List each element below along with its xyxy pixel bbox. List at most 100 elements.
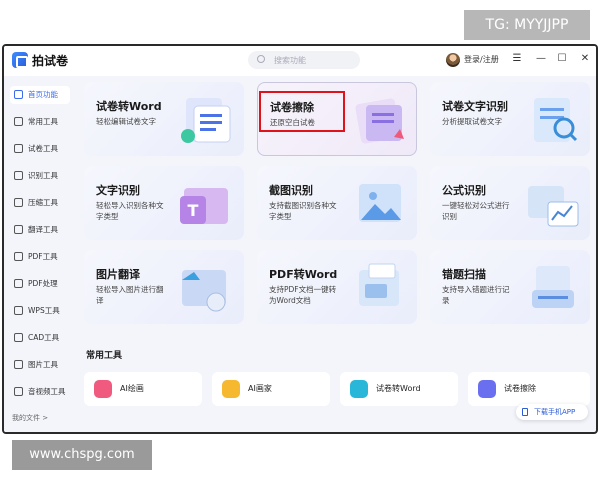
question-scan-icon [532,266,574,308]
card-desc: 支持PDF文档一键转为Word文档 [269,285,337,305]
card-title: 试卷文字识别 [442,100,508,113]
translate-icon [14,225,23,234]
watermark-top: TG: MYYJJPP [464,10,590,40]
paper-erase-tool-icon [478,380,496,398]
sidebar-item-label: PDF工具 [28,252,58,261]
tool-label: AI画家 [248,384,272,393]
cad-icon [14,333,23,342]
card-wrong-question-scan[interactable]: 错题扫描 支持导入错题进行记录 [430,250,590,324]
sidebar: 首页功能 常用工具 试卷工具 识别工具 压缩工具 翻译工具 PDF工具 PDF处… [4,76,74,432]
ai-painter-icon [222,380,240,398]
tool-paper-to-word[interactable]: 试卷转Word [340,372,458,406]
highlight-box [259,91,345,132]
sidebar-item-label: 识别工具 [28,171,58,180]
sidebar-item-wps-tools[interactable]: WPS工具 [10,302,70,320]
card-screenshot-recognition[interactable]: 截图识别 支持截图识别各种文字类型 [257,166,417,240]
ai-painting-icon [94,380,112,398]
card-title: 试卷转Word [96,100,162,113]
tool-label: 试卷转Word [376,384,421,393]
sidebar-item-label: 试卷工具 [28,144,58,153]
close-icon[interactable]: ✕ [578,52,592,66]
document-scan-icon [534,98,578,142]
wps-icon [14,306,23,315]
sidebar-item-pdf-process[interactable]: PDF处理 [10,275,70,293]
sidebar-item-paper-tools[interactable]: 试卷工具 [10,140,70,158]
sidebar-item-translate-tools[interactable]: 翻译工具 [10,221,70,239]
app-logo-icon [12,52,28,68]
tool-label: AI绘画 [120,384,144,393]
compress-icon [14,198,23,207]
card-desc: 轻松导入图片进行翻译 [96,285,164,305]
card-formula-recognition[interactable]: 公式识别 一键轻松对公式进行识别 [430,166,590,240]
sidebar-item-common-tools[interactable]: 常用工具 [10,113,70,131]
word-document-icon [181,98,231,143]
card-desc: 轻松导入识别各种文字类型 [96,201,164,221]
pdf-process-icon [14,279,23,288]
card-pdf-to-word[interactable]: PDF转Word 支持PDF文档一键转为Word文档 [257,250,417,324]
sidebar-item-label: 压缩工具 [28,198,58,207]
app-title: 拍试卷 [32,54,69,68]
paper-to-word-icon [350,380,368,398]
sidebar-item-recognition-tools[interactable]: 识别工具 [10,167,70,185]
search-input[interactable]: 搜索功能 [248,51,360,69]
tool-ai-painting[interactable]: AI绘画 [84,372,202,406]
card-image-translate[interactable]: 图片翻译 轻松导入图片进行翻译 [84,250,244,324]
svg-text:T: T [188,201,199,220]
card-title: 文字识别 [96,184,140,197]
media-icon [14,387,23,396]
login-link[interactable]: 登录/注册 [464,54,499,65]
card-title: 错题扫描 [442,268,486,281]
avatar[interactable] [446,53,460,67]
search-placeholder: 搜索功能 [274,56,306,65]
download-app-label: 下载手机APP [534,408,576,416]
sidebar-item-label: 音视频工具 [28,387,66,396]
scan-icon [14,171,23,180]
card-desc: 轻松编辑试卷文字 [96,117,156,126]
home-icon [14,90,23,99]
sidebar-item-label: 图片工具 [28,360,58,369]
screenshot-icon [359,184,401,222]
sidebar-item-label: WPS工具 [28,306,60,315]
download-app-button[interactable]: 下载手机APP [516,404,588,420]
image-icon [14,360,23,369]
card-text-recognition[interactable]: 文字识别 轻松导入识别各种文字类型 T [84,166,244,240]
sidebar-item-label: PDF处理 [28,279,58,288]
card-desc: 支持导入错题进行记录 [442,285,510,305]
title-bar: 拍试卷 搜索功能 登录/注册 ☰ — ☐ ✕ [4,46,596,76]
card-desc: 分析提取试卷文字 [442,117,502,126]
tool-label: 试卷擦除 [504,384,536,393]
card-paper-to-word[interactable]: 试卷转Word 轻松编辑试卷文字 [84,82,244,156]
watermark-bottom: www.chspg.com [12,440,152,470]
search-icon [257,55,265,63]
minimize-icon[interactable]: — [534,52,548,66]
menu-icon[interactable]: ☰ [510,52,524,66]
tool-paper-erase[interactable]: 试卷擦除 [468,372,590,406]
formula-icon [528,186,579,227]
card-paper-ocr[interactable]: 试卷文字识别 分析提取试卷文字 [430,82,590,156]
sidebar-item-home[interactable]: 首页功能 [10,86,70,104]
section-title-common-tools: 常用工具 [86,351,123,361]
sidebar-item-label: 首页功能 [28,90,58,99]
layers-icon [14,117,23,126]
sidebar-item-image-tools[interactable]: 图片工具 [10,356,70,374]
sidebar-item-label: 常用工具 [28,117,58,126]
maximize-icon[interactable]: ☐ [555,52,569,66]
sidebar-item-label: 翻译工具 [28,225,58,234]
tool-ai-painter[interactable]: AI画家 [212,372,330,406]
sidebar-item-label: CAD工具 [28,333,60,342]
pdf-convert-icon [359,263,399,306]
card-desc: 一键轻松对公式进行识别 [442,201,510,221]
card-title: 截图识别 [269,184,313,197]
sidebar-item-compress-tools[interactable]: 压缩工具 [10,194,70,212]
sidebar-item-pdf-tools[interactable]: PDF工具 [10,248,70,266]
image-translate-icon [182,270,226,312]
card-desc: 支持截图识别各种文字类型 [269,201,337,221]
card-title: PDF转Word [269,268,338,281]
phone-icon [522,408,528,416]
sidebar-item-media-tools[interactable]: 音视频工具 [10,383,70,401]
text-recognition-icon: T [180,188,228,224]
my-files-link[interactable]: 我的文件 > [12,413,48,423]
paper-erase-icon [355,98,404,144]
pdf-icon [14,252,23,261]
sidebar-item-cad-tools[interactable]: CAD工具 [10,329,70,347]
